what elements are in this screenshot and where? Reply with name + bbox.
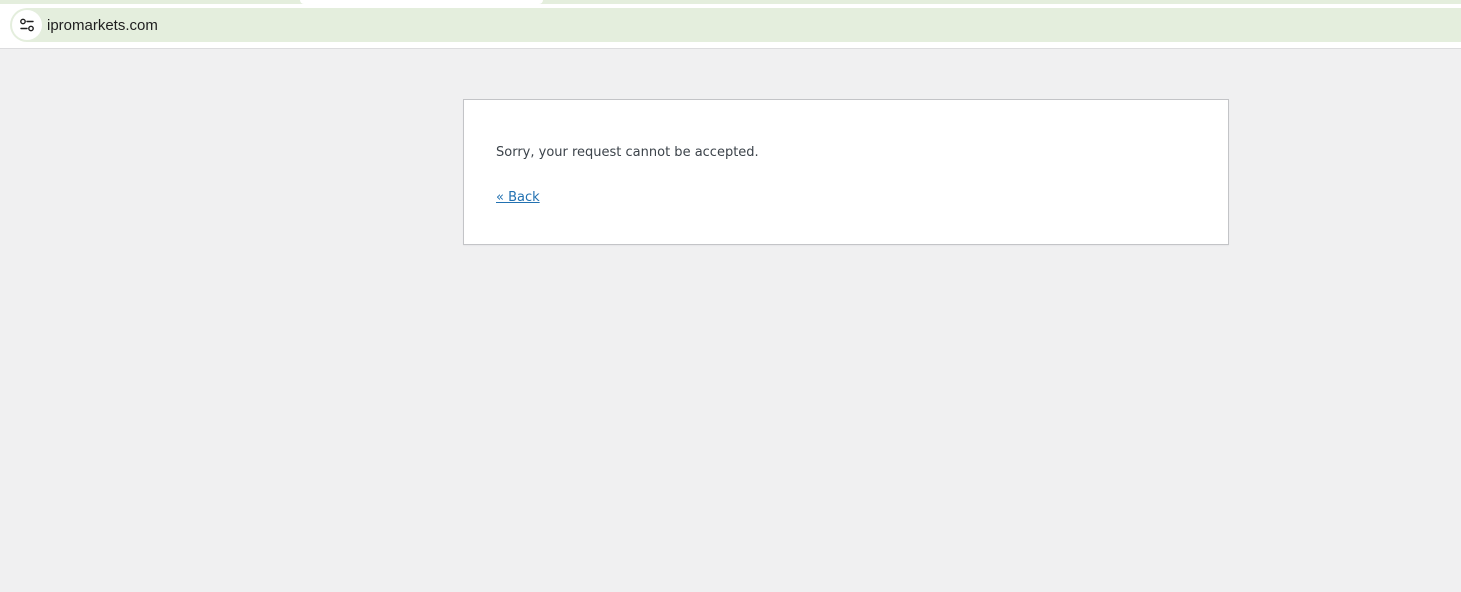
error-message-box: Sorry, your request cannot be accepted. … — [463, 99, 1229, 245]
active-tab-edge — [300, 0, 543, 4]
browser-toolbar: ipromarkets.com — [0, 0, 1461, 49]
back-link[interactable]: « Back — [496, 190, 540, 205]
tab-strip — [0, 0, 1461, 4]
url-text[interactable]: ipromarkets.com — [47, 17, 158, 34]
address-bar[interactable]: ipromarkets.com — [10, 8, 1461, 42]
tune-icon — [20, 18, 34, 32]
site-info-button[interactable] — [12, 10, 42, 40]
error-message: Sorry, your request cannot be accepted. — [496, 145, 759, 160]
